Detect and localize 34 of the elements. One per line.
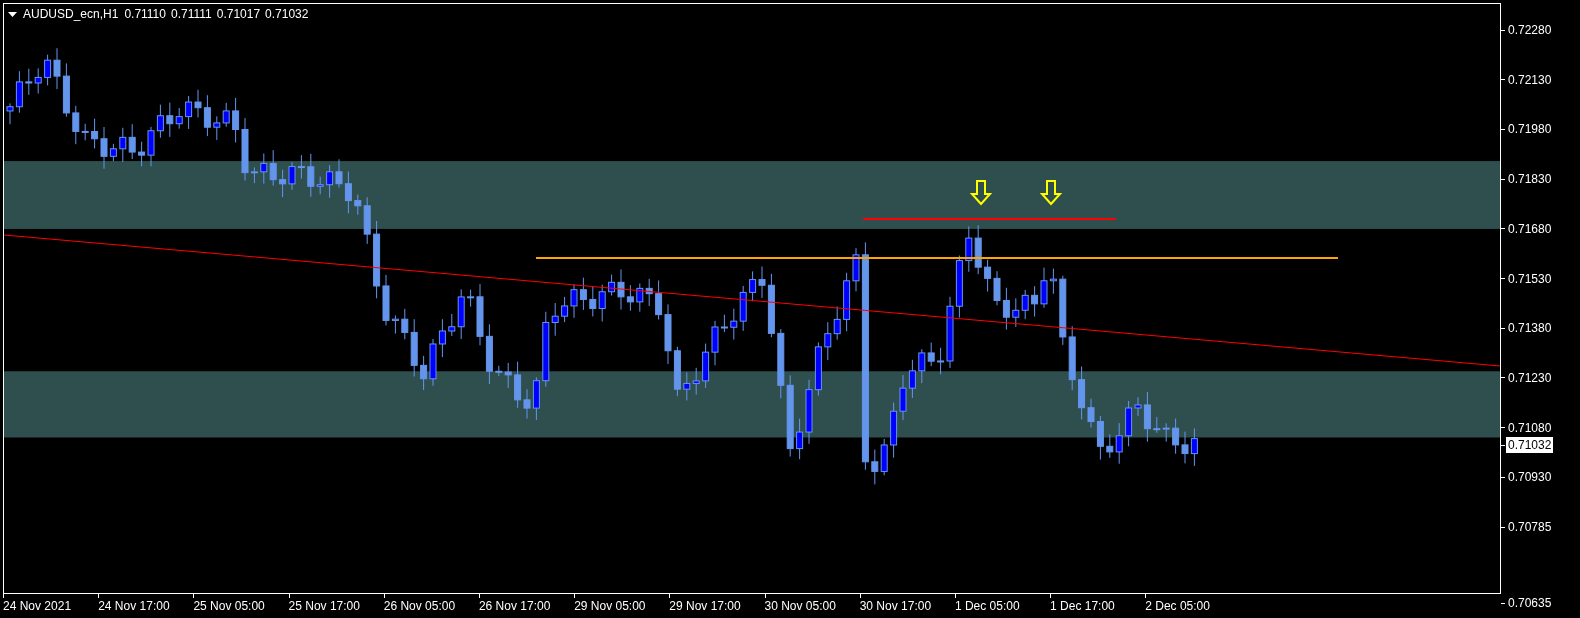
price-label: 0.71080	[1508, 420, 1552, 435]
price-label: 0.72280	[1508, 23, 1552, 37]
time-label: 1 Dec 05:00	[954, 598, 1020, 614]
time-label: 2 Dec 05:00	[1145, 598, 1210, 614]
down-arrow-icon	[1039, 180, 1063, 206]
time-label: 26 Nov 05:00	[383, 598, 456, 614]
dropdown-triangle-icon[interactable]	[8, 11, 17, 17]
time-label: 30 Nov 17:00	[859, 598, 932, 614]
time-label: 26 Nov 17:00	[478, 598, 551, 614]
quote-value: 0.71032	[265, 6, 309, 22]
time-label: 24 Nov 17:00	[98, 598, 170, 614]
price-label: 0.72130	[1508, 72, 1552, 87]
chart-symbol: AUDUSD_ecn,H1	[23, 6, 119, 22]
time-label: 30 Nov 05:00	[764, 598, 836, 614]
quote-value: 0.71111	[171, 6, 212, 22]
price-label: 0.71680	[1508, 221, 1552, 236]
price-label: 0.71530	[1508, 271, 1552, 286]
time-label: 24 Nov 2021	[3, 598, 72, 614]
quote-value: 0.71017	[216, 6, 261, 22]
price-label: 0.71380	[1508, 321, 1552, 336]
time-label: 25 Nov 17:00	[288, 598, 360, 614]
time-label: 1 Dec 17:00	[1050, 598, 1115, 614]
quote-value: 0.71110	[124, 6, 166, 22]
price-label: 0.70785	[1508, 520, 1552, 534]
price-label: 0.70635	[1508, 596, 1552, 610]
time-label: 25 Nov 05:00	[193, 598, 265, 614]
price-label: 0.71980	[1508, 122, 1552, 137]
down-arrow-icon	[969, 180, 993, 206]
price-label: 0.71830	[1508, 172, 1552, 187]
price-label: 0.71230	[1508, 370, 1552, 385]
time-label: 29 Nov 17:00	[669, 598, 741, 614]
current-price-label: 0.71032	[1506, 437, 1554, 453]
price-label: 0.70930	[1508, 470, 1552, 485]
time-label: 29 Nov 05:00	[574, 598, 646, 614]
